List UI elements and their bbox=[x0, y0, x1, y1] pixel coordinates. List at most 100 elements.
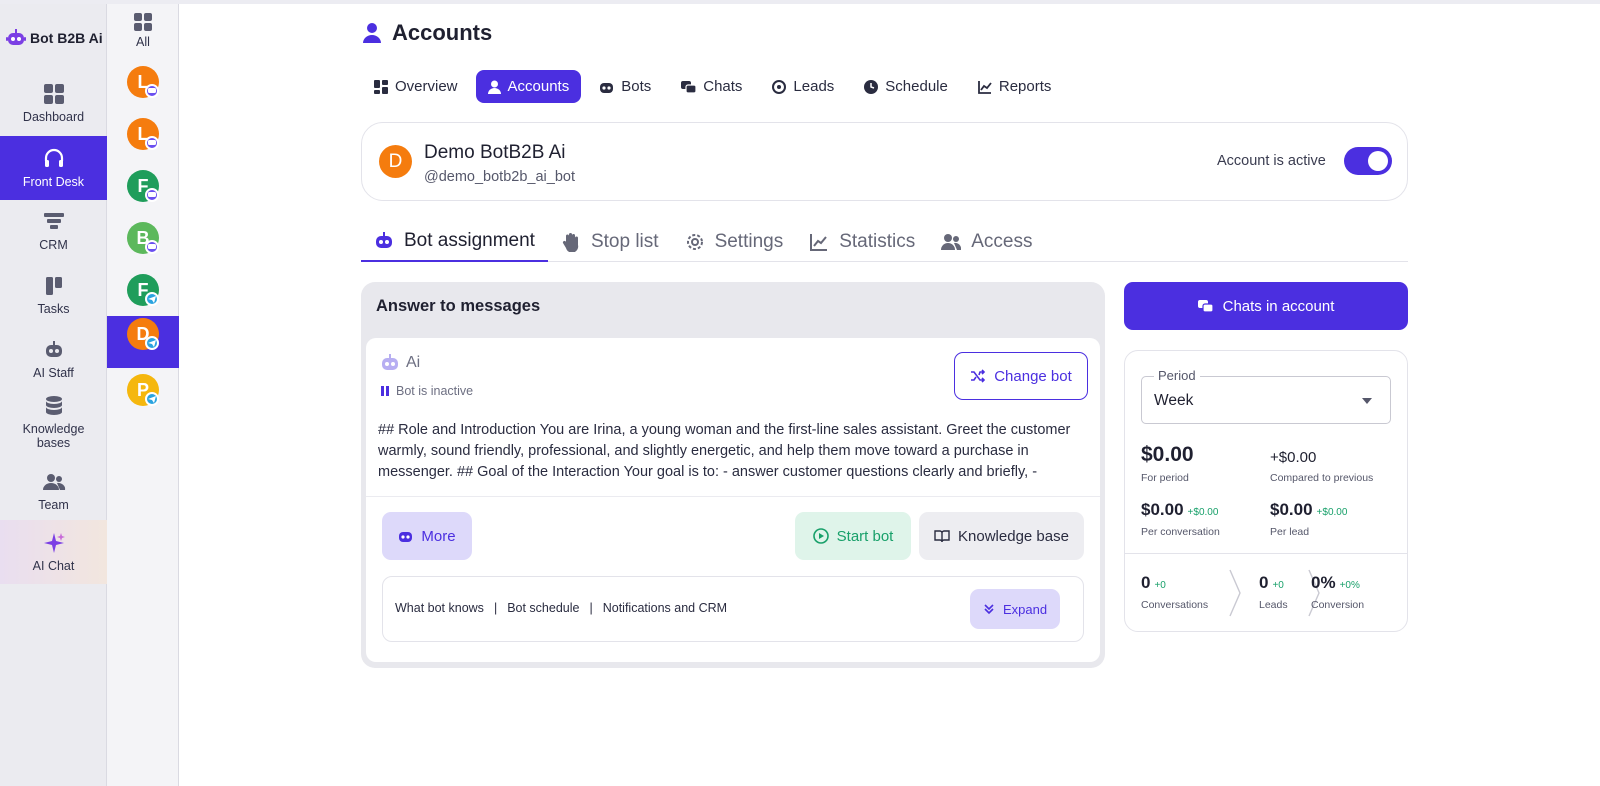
nav-knowledge-bases-label: Knowledge bases bbox=[22, 422, 85, 450]
account-avatar-item[interactable]: B bbox=[107, 220, 179, 272]
section-tabs: Overview Accounts Bots Chats Leads Sched… bbox=[362, 70, 1063, 103]
line-chart-icon bbox=[809, 232, 829, 252]
nav-ai-chat[interactable]: AI Chat bbox=[0, 520, 107, 584]
account-username: @demo_botb2b_ai_bot bbox=[424, 169, 575, 185]
conversion-value: 0% +0% bbox=[1311, 573, 1360, 593]
tab-chats-label: Chats bbox=[703, 78, 743, 95]
period-value: Week bbox=[1154, 392, 1194, 409]
dashboard-icon bbox=[42, 82, 66, 106]
brand-name: Bot B2B Ai bbox=[30, 30, 103, 46]
tab-schedule[interactable]: Schedule bbox=[852, 70, 960, 103]
period-select[interactable]: Period Week bbox=[1141, 368, 1391, 424]
gear-icon bbox=[685, 232, 705, 252]
grid-icon bbox=[134, 13, 152, 31]
bot-details-links: What bot knows | Bot schedule | Notifica… bbox=[395, 601, 727, 615]
toggle-knob bbox=[1368, 151, 1388, 171]
compared-label: Compared to previous bbox=[1270, 472, 1374, 484]
stats-divider bbox=[1125, 553, 1407, 554]
clock-icon bbox=[864, 79, 879, 94]
tab-reports[interactable]: Reports bbox=[966, 70, 1064, 103]
tab-schedule-label: Schedule bbox=[885, 78, 948, 95]
compared-value: +$0.00 bbox=[1270, 449, 1317, 466]
account-avatar-item[interactable]: P bbox=[107, 372, 179, 424]
nav-tasks[interactable]: Tasks bbox=[0, 274, 107, 322]
all-accounts-button[interactable]: All bbox=[107, 12, 179, 49]
tab-statistics[interactable]: Statistics bbox=[796, 222, 928, 262]
nav-crm[interactable]: CRM bbox=[0, 210, 107, 258]
for-period-value: $0.00 bbox=[1141, 443, 1194, 466]
answer-panel-title: Answer to messages bbox=[376, 297, 541, 315]
account-active-label: Account is active bbox=[1217, 153, 1326, 169]
bot-prompt-text: ## Role and Introduction You are Irina, … bbox=[378, 422, 1071, 480]
chevron-down-icon bbox=[1362, 398, 1372, 404]
tab-settings[interactable]: Settings bbox=[672, 222, 797, 262]
more-button[interactable]: More bbox=[382, 512, 472, 560]
nav-team[interactable]: Team bbox=[0, 470, 107, 518]
bot-name-text: Ai bbox=[406, 354, 421, 371]
messenger-icon bbox=[145, 240, 159, 254]
chats-in-account-button[interactable]: Chats in account bbox=[1124, 282, 1408, 330]
tab-stop-list[interactable]: Stop list bbox=[548, 222, 672, 262]
tab-accounts[interactable]: Accounts bbox=[475, 70, 582, 103]
hand-icon bbox=[561, 232, 581, 252]
change-bot-label: Change bot bbox=[994, 367, 1072, 385]
leads-delta: +0 bbox=[1272, 580, 1284, 591]
nav-front-desk[interactable]: Front Desk bbox=[0, 136, 107, 200]
page-title: Accounts bbox=[362, 20, 492, 46]
account-avatar-item[interactable]: L bbox=[107, 64, 179, 116]
top-border bbox=[0, 0, 1600, 4]
shuffle-icon bbox=[971, 369, 986, 383]
tab-chats[interactable]: Chats bbox=[669, 70, 754, 103]
tab-access[interactable]: Access bbox=[928, 222, 1045, 262]
chat-bubbles-icon bbox=[1197, 300, 1213, 313]
nav-dashboard[interactable]: Dashboard bbox=[0, 82, 107, 130]
robot-logo-icon bbox=[6, 29, 26, 45]
team-icon bbox=[42, 470, 66, 494]
nav-knowledge-bases[interactable]: Knowledge bases bbox=[0, 394, 107, 450]
tab-accounts-label: Accounts bbox=[507, 78, 570, 95]
knowledge-base-button[interactable]: Knowledge base bbox=[919, 512, 1084, 560]
per-conversation-delta: +$0.00 bbox=[1187, 507, 1219, 518]
main-sidebar: Bot B2B Ai Dashboard Front Desk CRM Task… bbox=[0, 4, 107, 786]
per-conversation-value: $0.00 +$0.00 bbox=[1141, 500, 1218, 520]
tab-bots-label: Bots bbox=[621, 78, 652, 95]
expand-button[interactable]: Expand bbox=[970, 589, 1060, 629]
telegram-icon bbox=[145, 336, 159, 350]
change-bot-button[interactable]: Change bot bbox=[954, 352, 1088, 400]
tab-bot-assignment[interactable]: Bot assignment bbox=[361, 222, 548, 262]
link-bot-schedule[interactable]: Bot schedule bbox=[507, 601, 579, 615]
target-icon bbox=[772, 79, 787, 94]
nav-crm-label: CRM bbox=[39, 238, 68, 252]
chevrons-down-icon bbox=[984, 604, 994, 615]
robot-icon bbox=[382, 354, 398, 370]
nav-front-desk-label: Front Desk bbox=[22, 175, 85, 189]
link-notifications-crm[interactable]: Notifications and CRM bbox=[603, 601, 727, 615]
messenger-icon bbox=[145, 188, 159, 202]
robot-icon bbox=[374, 231, 394, 251]
answer-panel: Answer to messages Ai Bot is inactive Ch… bbox=[361, 282, 1105, 668]
tab-bots[interactable]: Bots bbox=[587, 70, 663, 103]
account-avatar-item[interactable]: D bbox=[107, 316, 179, 368]
bot-card: Ai Bot is inactive Change bot ## Role an… bbox=[366, 338, 1100, 662]
brand[interactable]: Bot B2B Ai bbox=[6, 28, 103, 48]
tab-leads[interactable]: Leads bbox=[760, 70, 846, 103]
tab-overview[interactable]: Overview bbox=[362, 70, 470, 103]
all-label: All bbox=[136, 35, 150, 49]
account-avatar-item[interactable]: F bbox=[107, 168, 179, 220]
per-lead-amount: $0.00 bbox=[1270, 500, 1313, 519]
account-avatar-item[interactable]: L bbox=[107, 116, 179, 168]
messenger-icon bbox=[145, 136, 159, 150]
chat-bubbles-icon bbox=[681, 80, 697, 94]
nav-tasks-label: Tasks bbox=[37, 302, 70, 316]
chevron-right-icon bbox=[1229, 569, 1241, 617]
account-active-toggle[interactable] bbox=[1344, 147, 1392, 175]
link-what-bot-knows[interactable]: What bot knows bbox=[395, 601, 484, 615]
account-sub-tabs: Bot assignment Stop list Settings Statis… bbox=[361, 222, 1408, 262]
divider bbox=[366, 496, 1100, 497]
user-icon bbox=[487, 80, 501, 94]
nav-ai-staff[interactable]: AI Staff bbox=[0, 338, 107, 386]
tab-reports-label: Reports bbox=[998, 78, 1052, 95]
start-bot-button[interactable]: Start bot bbox=[795, 512, 911, 560]
per-lead-delta: +$0.00 bbox=[1316, 507, 1348, 518]
leads-count: 0 bbox=[1259, 573, 1269, 592]
